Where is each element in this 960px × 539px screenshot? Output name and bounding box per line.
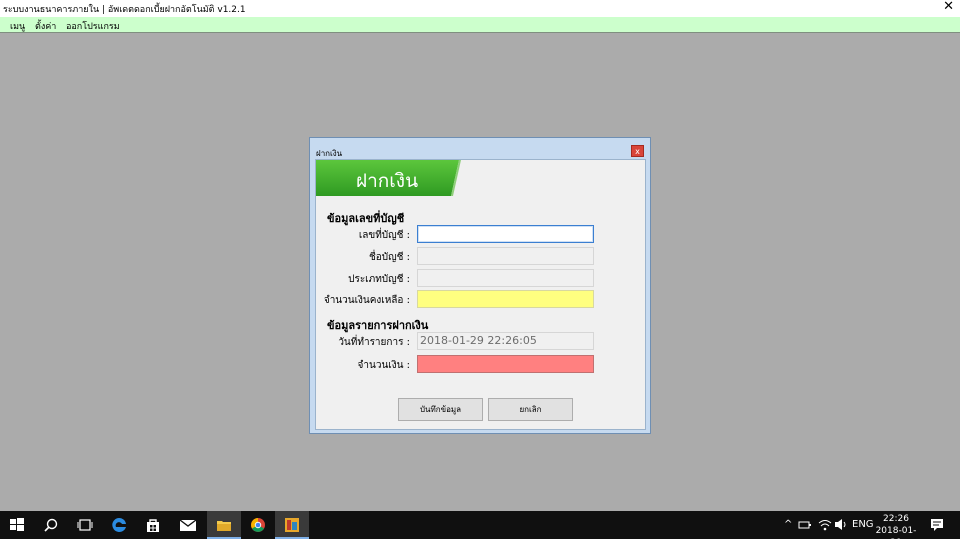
notification-icon[interactable] [930, 518, 944, 532]
clock[interactable]: 22:26 2018-01-29 [873, 513, 919, 539]
window-close-button[interactable]: ✕ [943, 0, 954, 14]
app-icon[interactable] [275, 511, 309, 539]
clock-time: 22:26 [883, 514, 909, 524]
deposit-dialog: ฝากเงิน x ฝากเงิน ข้อมูลเลขที่บัญชี เลขท… [309, 137, 651, 434]
account-type-label: ประเภทบัญชี : [348, 274, 410, 285]
tray-overflow-icon[interactable]: ^ [784, 519, 792, 530]
txn-date-label: วันที่ทำรายการ : [338, 337, 410, 348]
clock-date: 2018-01-29 [875, 526, 917, 539]
menu-bar: เมนู ตั้งค่า ออกโปรแกรม [0, 17, 960, 33]
dialog-close-button[interactable]: x [631, 145, 644, 157]
start-icon[interactable] [0, 511, 34, 539]
save-button[interactable]: บันทึกข้อมูล [398, 398, 483, 421]
file-explorer-icon[interactable] [207, 511, 241, 539]
account-no-label: เลขที่บัญชี : [358, 230, 410, 241]
menu-item-settings[interactable]: ตั้งค่า [35, 19, 56, 33]
amount-label: จำนวนเงิน : [357, 360, 410, 371]
mail-icon[interactable] [170, 511, 204, 539]
search-icon[interactable] [34, 511, 68, 539]
balance-label: จำนวนเงินคงเหลือ : [323, 295, 410, 306]
task-view-icon[interactable] [68, 511, 102, 539]
account-name-field [417, 247, 594, 265]
title-bar: ระบบงานธนาคารภายใน | อัพเดตดอกเบี้ยฝากอั… [0, 0, 960, 17]
txn-date-field: 2018-01-29 22:26:05 [417, 332, 594, 350]
wifi-icon[interactable] [818, 518, 832, 531]
balance-field [417, 290, 594, 308]
banner-title: ฝากเงิน [356, 170, 419, 192]
language-indicator[interactable]: ENG [852, 519, 874, 530]
header-banner: ฝากเงิน [316, 160, 461, 196]
store-icon[interactable] [136, 511, 170, 539]
chrome-icon[interactable] [241, 511, 275, 539]
window-title: ระบบงานธนาคารภายใน | อัพเดตดอกเบี้ยฝากอั… [3, 5, 246, 15]
section-deposit-info: ข้อมูลรายการฝากเงิน [327, 319, 429, 332]
cancel-button[interactable]: ยกเลิก [488, 398, 573, 421]
section-account-info: ข้อมูลเลขที่บัญชี [327, 212, 405, 225]
taskbar: ^ ENG 22:26 2018-01-29 [0, 511, 960, 539]
battery-icon[interactable] [798, 519, 812, 531]
dialog-body: ฝากเงิน ข้อมูลเลขที่บัญชี เลขที่บัญชี : … [315, 159, 646, 430]
edge-icon[interactable] [102, 511, 136, 539]
volume-icon[interactable] [834, 518, 848, 531]
menu-item-main[interactable]: เมนู [10, 19, 25, 33]
account-name-label: ชื่อบัญชี : [369, 252, 410, 263]
menu-item-exit[interactable]: ออกโปรแกรม [66, 19, 120, 33]
amount-input[interactable] [417, 355, 594, 373]
account-no-input[interactable] [417, 225, 594, 243]
account-type-field [417, 269, 594, 287]
